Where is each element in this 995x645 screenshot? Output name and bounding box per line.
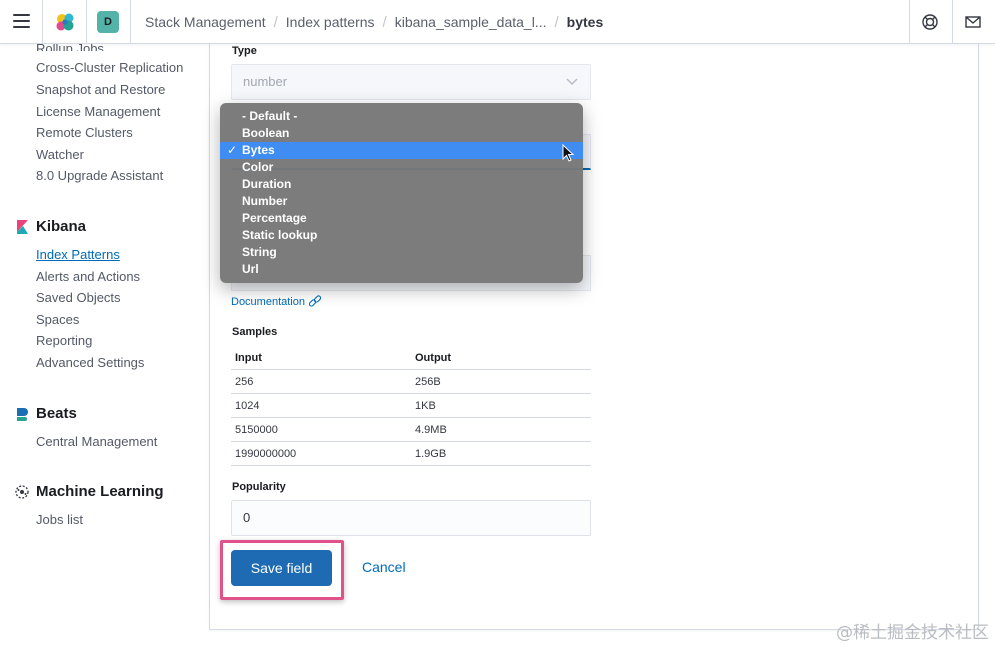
link-icon [308, 295, 322, 307]
sample-input: 1024 [235, 399, 260, 412]
popularity-input[interactable]: 0 [231, 500, 591, 536]
samples-table: Input Output 256 256B 1024 1KB 5150000 4… [231, 346, 591, 466]
sample-output: 256B [415, 375, 441, 388]
top-header: D Stack Management / Index patterns / ki… [0, 0, 995, 44]
table-row: 1024 1KB [231, 394, 591, 418]
sample-output: 4.9MB [415, 423, 447, 436]
machine-learning-icon [15, 484, 29, 499]
breadcrumb-separator: / [382, 13, 387, 31]
header-divider [952, 0, 953, 44]
format-option-number[interactable]: Number [220, 193, 583, 210]
kibana-icon [17, 219, 28, 234]
option-label: String [242, 245, 277, 259]
table-row: 5150000 4.9MB [231, 418, 591, 442]
type-label: Type [232, 45, 257, 57]
breadcrumb-current: bytes [566, 14, 604, 30]
column-header-input: Input [235, 351, 262, 364]
option-label: - Default - [242, 109, 298, 123]
header-divider [909, 0, 910, 44]
breadcrumb: Stack Management / Index patterns / kiba… [145, 0, 603, 44]
header-divider [86, 0, 87, 44]
sample-output: 1.9GB [415, 447, 447, 460]
breadcrumb-index-patterns[interactable]: Index patterns [286, 14, 375, 30]
sidebar-section-title: Machine Learning [36, 483, 164, 500]
sidebar-item-upgrade-assistant[interactable]: 8.0 Upgrade Assistant [36, 168, 163, 183]
menu-icon[interactable] [13, 14, 30, 28]
sample-input: 5150000 [235, 423, 278, 436]
cancel-button[interactable]: Cancel [362, 559, 406, 575]
type-select-value: number [243, 74, 288, 89]
sidebar-section-machine-learning: Machine Learning [14, 483, 164, 500]
breadcrumb-separator: / [554, 13, 559, 31]
type-select[interactable]: number [231, 64, 591, 100]
help-icon[interactable] [920, 12, 940, 32]
sidebar-item-spaces[interactable]: Spaces [36, 312, 79, 327]
format-option-static-lookup[interactable]: Static lookup [220, 227, 583, 244]
sidebar-item-remote-clusters[interactable]: Remote Clusters [36, 125, 133, 140]
format-option-url[interactable]: Url [220, 261, 583, 278]
table-row: 256 256B [231, 370, 591, 394]
format-option-percentage[interactable]: Percentage [220, 210, 583, 227]
column-header-output: Output [415, 351, 452, 364]
sidebar-item-index-patterns[interactable]: Index Patterns [36, 247, 120, 262]
sidebar-item-alerts-actions[interactable]: Alerts and Actions [36, 269, 140, 284]
option-label: Color [242, 160, 274, 174]
option-label: Bytes [242, 143, 275, 157]
samples-label: Samples [232, 326, 278, 338]
sample-output: 1KB [415, 399, 436, 412]
space-avatar[interactable]: D [97, 11, 119, 33]
sidebar-item-cross-cluster-replication[interactable]: Cross-Cluster Replication [36, 60, 183, 75]
header-divider [130, 0, 131, 44]
sidebar-item-central-management[interactable]: Central Management [36, 434, 157, 449]
chevron-down-icon [566, 78, 578, 85]
sidebar-section-title: Kibana [36, 218, 87, 235]
sidebar-section-kibana: Kibana [14, 218, 86, 235]
sidebar-section-beats: Beats [14, 405, 77, 422]
checkmark-icon: ✓ [227, 143, 238, 157]
samples-header-row: Input Output [231, 346, 591, 370]
format-option-default[interactable]: - Default - [220, 108, 583, 125]
format-dropdown-menu: - Default - Boolean ✓ Bytes Color Durati… [220, 103, 583, 283]
option-label: Boolean [242, 126, 290, 140]
watermark-text: @稀土掘金技术社区 [836, 623, 989, 643]
kibana-logo-icon[interactable] [53, 10, 77, 34]
popularity-label: Popularity [232, 481, 286, 493]
beats-icon [17, 407, 28, 421]
sidebar-section-title: Beats [36, 405, 77, 422]
format-option-boolean[interactable]: Boolean [220, 125, 583, 142]
sample-input: 1990000000 [235, 447, 297, 460]
save-field-button[interactable]: Save field [231, 550, 332, 586]
sidebar-item-snapshot-restore[interactable]: Snapshot and Restore [36, 82, 165, 97]
breadcrumb-separator: / [273, 13, 278, 31]
sidebar-item-saved-objects[interactable]: Saved Objects [36, 290, 121, 305]
option-label: Duration [242, 177, 292, 191]
format-option-color[interactable]: Color [220, 159, 583, 176]
mouse-cursor-icon [562, 144, 575, 162]
documentation-link[interactable]: Documentation [231, 295, 322, 309]
option-label: Percentage [242, 211, 307, 225]
option-label: Static lookup [242, 228, 318, 242]
sidebar-item-jobs-list[interactable]: Jobs list [36, 512, 83, 527]
sidebar-item-advanced-settings[interactable]: Advanced Settings [36, 355, 144, 370]
sidebar-item-license-management[interactable]: License Management [36, 104, 160, 119]
sidebar-item-reporting[interactable]: Reporting [36, 333, 92, 348]
header-divider [42, 0, 43, 44]
format-option-duration[interactable]: Duration [220, 176, 583, 193]
format-option-bytes[interactable]: ✓ Bytes [220, 142, 583, 159]
documentation-link-label: Documentation [231, 296, 305, 308]
sidebar-item-watcher[interactable]: Watcher [36, 147, 84, 162]
breadcrumb-stack-management[interactable]: Stack Management [145, 14, 266, 30]
option-label: Url [242, 262, 259, 276]
breadcrumb-index-pattern[interactable]: kibana_sample_data_l... [395, 14, 547, 30]
newsfeed-mail-icon[interactable] [963, 12, 983, 32]
table-row: 1990000000 1.9GB [231, 442, 591, 466]
sample-input: 256 [235, 375, 254, 388]
option-label: Number [242, 194, 288, 208]
format-option-string[interactable]: String [220, 244, 583, 261]
